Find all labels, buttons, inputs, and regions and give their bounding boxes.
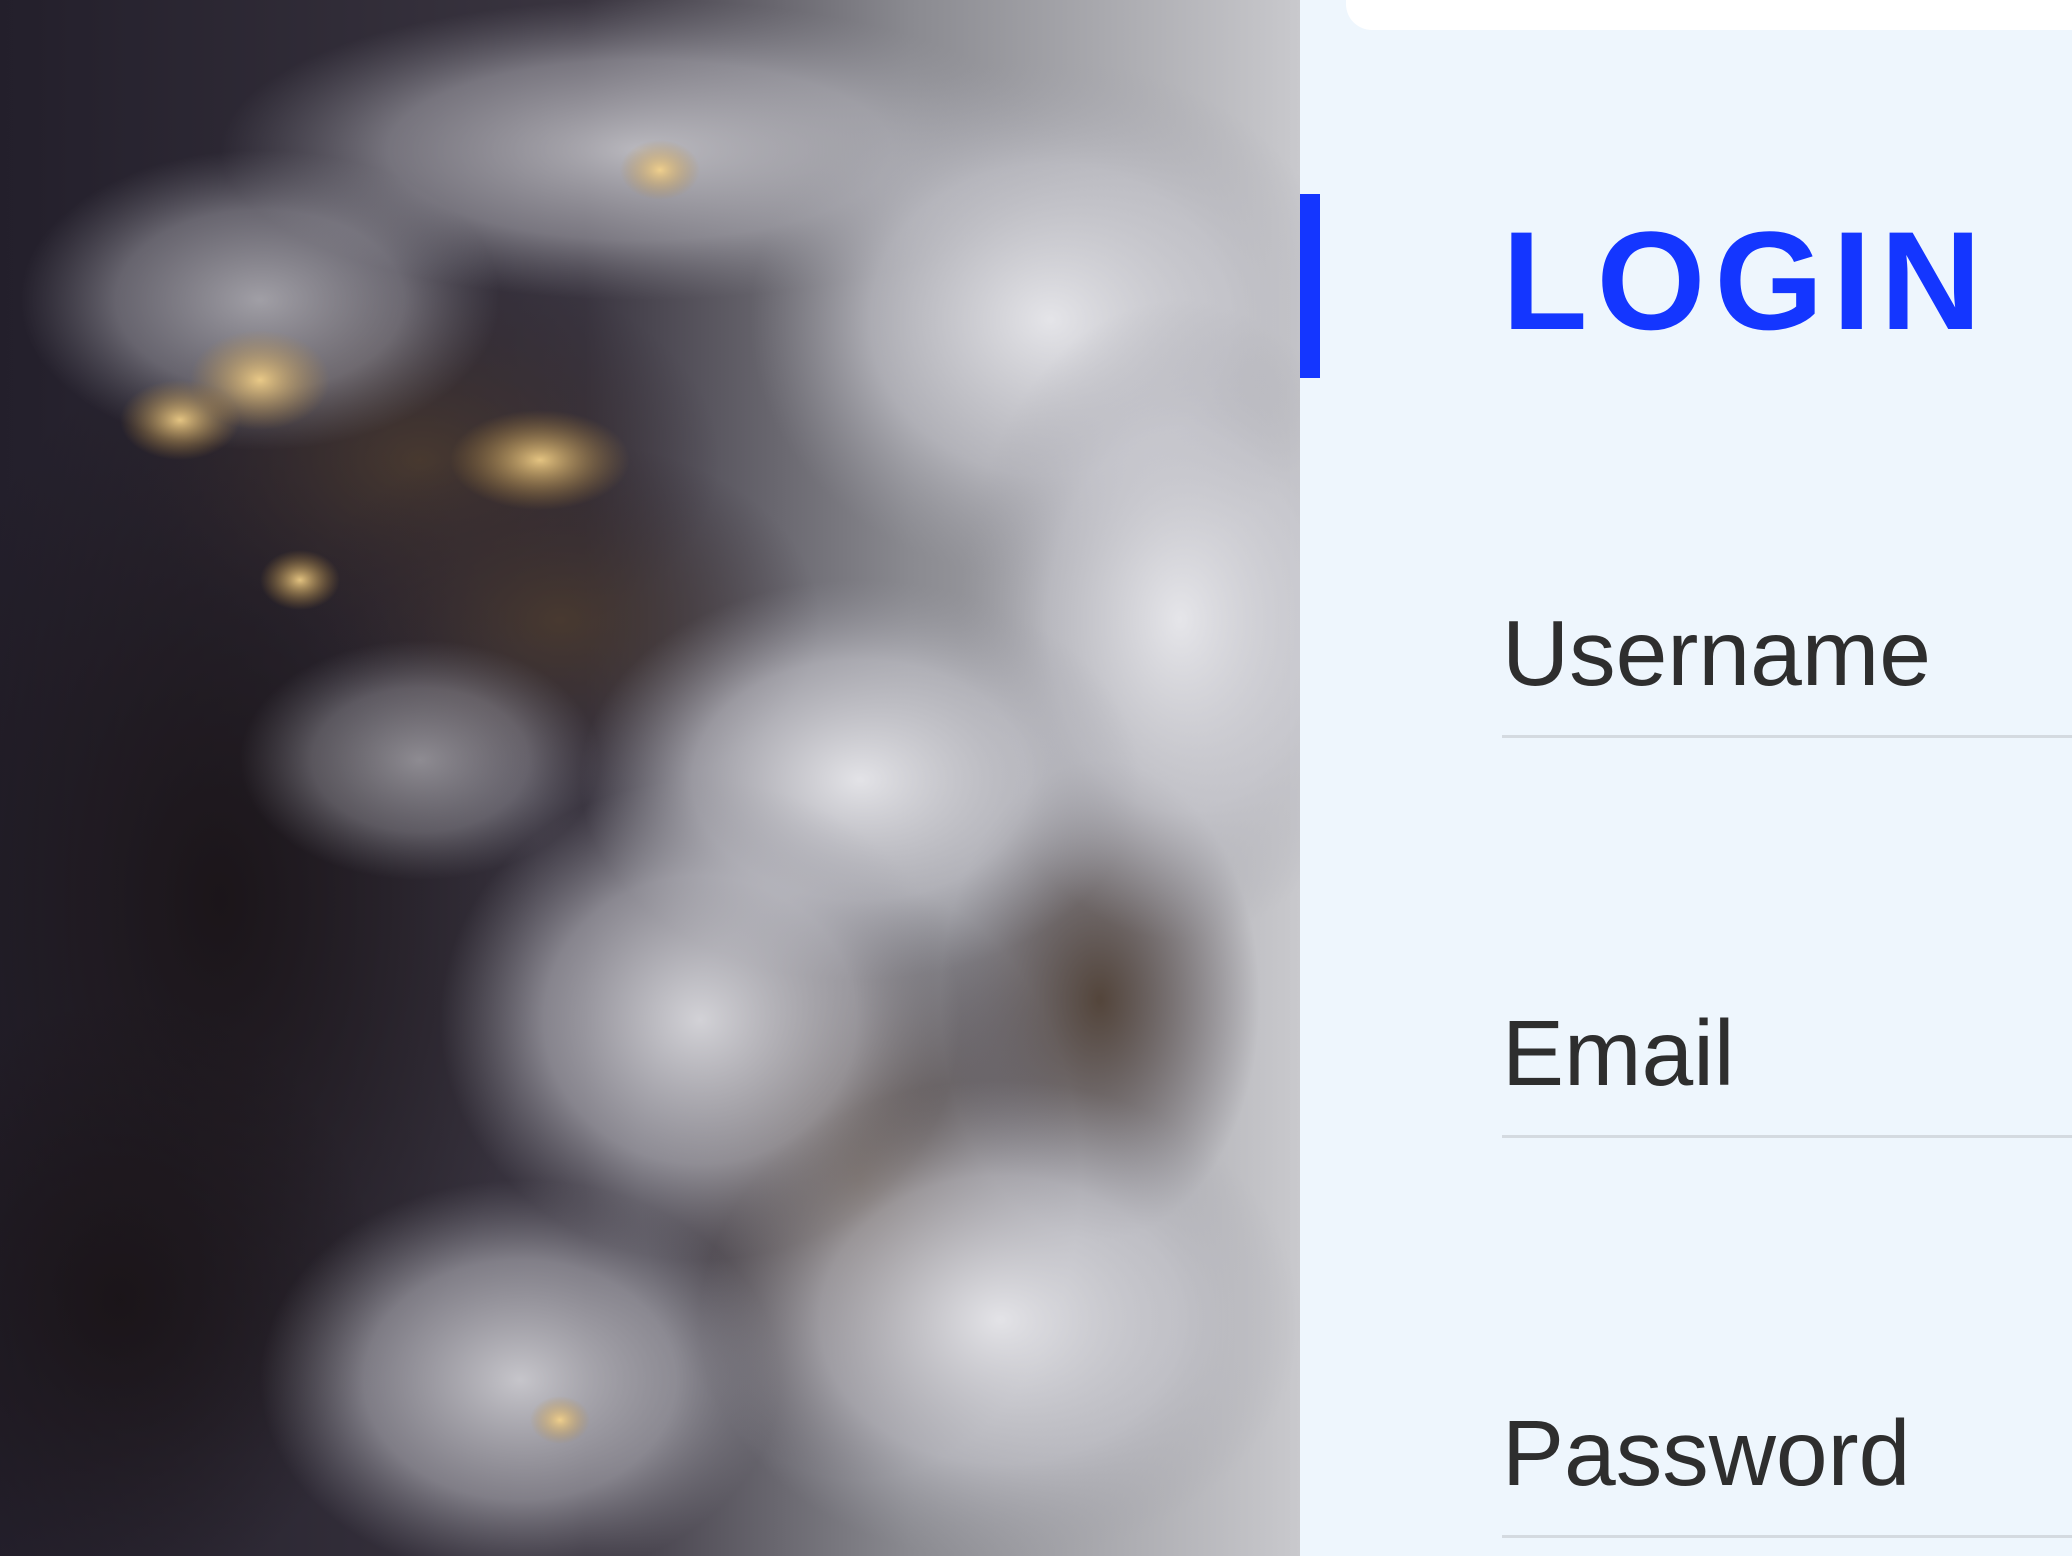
- login-title: LOGIN: [1502, 202, 1991, 359]
- password-input[interactable]: [1502, 1508, 2072, 1538]
- satellite-image: [0, 0, 1300, 1556]
- username-field: Username: [1502, 598, 2072, 738]
- email-field: Email: [1502, 998, 2072, 1138]
- username-label: Username: [1502, 601, 1931, 705]
- username-input[interactable]: [1502, 708, 2072, 738]
- password-field: Password: [1502, 1398, 2072, 1538]
- login-page: LOGIN Username Email Password: [0, 0, 2072, 1556]
- login-accent-bar: [1300, 194, 1320, 378]
- top-card: [1346, 0, 2072, 30]
- email-label: Email: [1502, 1001, 1735, 1105]
- password-label: Password: [1502, 1401, 1911, 1505]
- email-input[interactable]: [1502, 1108, 2072, 1138]
